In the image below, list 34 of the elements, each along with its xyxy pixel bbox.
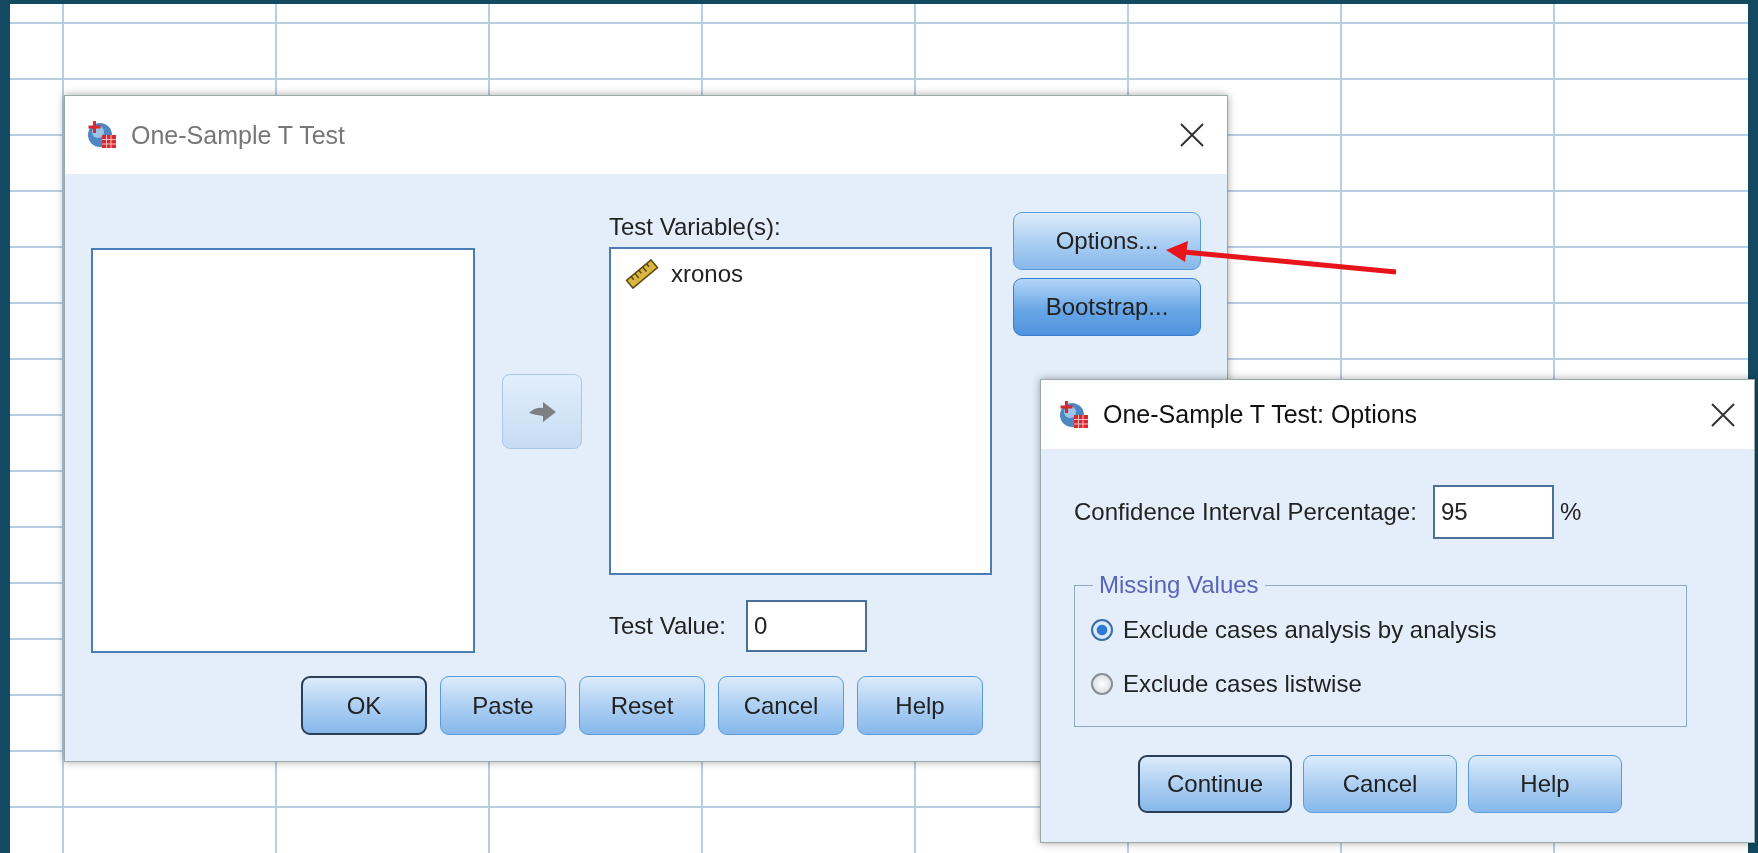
arrow-right-icon xyxy=(527,400,557,423)
variable-name[interactable]: xronos xyxy=(671,260,744,288)
source-variable-list[interactable] xyxy=(91,248,475,653)
move-button[interactable] xyxy=(502,374,582,449)
radio-button[interactable] xyxy=(1091,619,1113,641)
window-title: One-Sample T Test xyxy=(131,120,346,150)
dialog-button[interactable]: Reset xyxy=(579,676,705,735)
dialog-button[interactable]: Help xyxy=(1468,755,1622,813)
field-label: Test Value: xyxy=(609,612,726,640)
field-label: Test Variable(s): xyxy=(609,213,782,241)
close-icon[interactable] xyxy=(1179,122,1205,148)
close-icon[interactable] xyxy=(1710,401,1736,428)
dialog-button[interactable]: Paste xyxy=(440,676,566,735)
dialog-button[interactable]: Continue xyxy=(1138,755,1292,813)
test-value-field[interactable]: 0 xyxy=(745,600,867,652)
dialog-button[interactable]: Help xyxy=(857,676,983,735)
radio-button[interactable] xyxy=(1091,673,1113,695)
unit-label: % xyxy=(1559,498,1582,526)
radio-label[interactable]: Exclude cases listwise xyxy=(1123,670,1362,698)
confidence-field[interactable]: 95 xyxy=(1432,485,1554,539)
radio-label[interactable]: Exclude cases analysis by analysis xyxy=(1123,616,1497,644)
window-title: One-Sample T Test: Options xyxy=(1103,400,1419,429)
dialog-button[interactable]: Cancel xyxy=(1303,755,1457,813)
dialog-button[interactable]: Options... xyxy=(1013,212,1201,270)
radio-option[interactable]: Exclude cases listwise xyxy=(1091,657,1686,711)
dialog-button[interactable]: Bootstrap... xyxy=(1013,278,1201,336)
app-icon xyxy=(87,120,117,150)
dialog-button[interactable]: OK xyxy=(301,676,427,735)
field-label: Confidence Interval Percentage: xyxy=(1074,498,1417,526)
test-variable-list[interactable]: xronos xyxy=(609,247,992,575)
app-icon xyxy=(1059,399,1089,430)
dialog-button[interactable]: Cancel xyxy=(718,676,844,735)
radio-option[interactable]: Exclude cases analysis by analysis xyxy=(1091,603,1686,657)
group-title: Missing Values xyxy=(1098,571,1260,599)
